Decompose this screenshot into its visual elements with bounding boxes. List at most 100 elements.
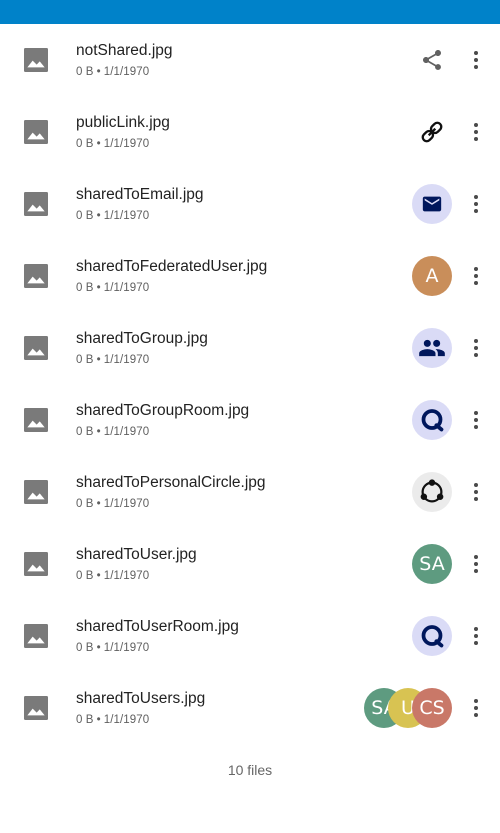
file-size: 0 B (76, 282, 94, 294)
more-options-icon[interactable] (464, 624, 488, 648)
file-meta: 0 B • 1/1/1970 (76, 66, 149, 78)
image-file-icon (20, 188, 52, 220)
file-row[interactable]: publicLink.jpg 0 B • 1/1/1970 (0, 96, 500, 168)
file-name: publicLink.jpg (76, 114, 170, 131)
file-date: 1/1/1970 (103, 282, 150, 294)
group-icon[interactable] (412, 328, 452, 368)
file-size: 0 B (76, 570, 94, 582)
meta-separator: • (96, 426, 101, 438)
share-status: A (362, 256, 452, 296)
more-options-icon[interactable] (464, 120, 488, 144)
share-status: SA (362, 544, 452, 584)
avatar[interactable]: CS (412, 688, 452, 728)
file-name: sharedToFederatedUser.jpg (76, 258, 268, 275)
share-status (362, 400, 452, 440)
image-file-icon (20, 116, 52, 148)
image-file-icon (20, 548, 52, 580)
more-options-icon[interactable] (464, 408, 488, 432)
talk-room-icon[interactable] (412, 616, 452, 656)
meta-separator: • (96, 282, 101, 294)
image-file-icon (20, 476, 52, 508)
file-meta: 0 B • 1/1/1970 (76, 210, 149, 222)
share-status: SA U CS (362, 688, 452, 728)
file-date: 1/1/1970 (103, 210, 150, 222)
share-status (362, 40, 452, 80)
file-meta: 0 B • 1/1/1970 (76, 714, 149, 726)
share-status (362, 112, 452, 152)
image-file-icon (20, 692, 52, 724)
email-icon[interactable] (412, 184, 452, 224)
image-file-icon (20, 44, 52, 76)
file-date: 1/1/1970 (103, 138, 150, 150)
status-bar (0, 0, 500, 24)
link-icon[interactable] (412, 112, 452, 152)
meta-separator: • (96, 354, 101, 366)
more-options-icon[interactable] (464, 480, 488, 504)
file-date: 1/1/1970 (103, 498, 150, 510)
meta-separator: • (96, 642, 101, 654)
meta-separator: • (96, 714, 101, 726)
avatar[interactable]: A (412, 256, 452, 296)
file-date: 1/1/1970 (103, 426, 150, 438)
file-name: sharedToUser.jpg (76, 546, 197, 563)
share-icon[interactable] (412, 40, 452, 80)
file-list: notShared.jpg 0 B • 1/1/1970 publicLink.jpg 0… (0, 24, 500, 744)
file-row[interactable]: sharedToUserRoom.jpg 0 B • 1/1/1970 (0, 600, 500, 672)
file-meta: 0 B • 1/1/1970 (76, 354, 149, 366)
more-options-icon[interactable] (464, 696, 488, 720)
more-options-icon[interactable] (464, 48, 488, 72)
file-size: 0 B (76, 138, 94, 150)
file-name: sharedToUsers.jpg (76, 690, 206, 707)
file-row[interactable]: sharedToUser.jpg 0 B • 1/1/1970 SA (0, 528, 500, 600)
circles-icon[interactable] (412, 472, 452, 512)
share-status (362, 184, 452, 224)
meta-separator: • (96, 138, 101, 150)
file-row[interactable]: sharedToGroupRoom.jpg 0 B • 1/1/1970 (0, 384, 500, 456)
file-size: 0 B (76, 426, 94, 438)
file-name: sharedToPersonalCircle.jpg (76, 474, 266, 491)
file-name: sharedToGroupRoom.jpg (76, 402, 250, 419)
more-options-icon[interactable] (464, 192, 488, 216)
more-options-icon[interactable] (464, 264, 488, 288)
file-date: 1/1/1970 (103, 354, 150, 366)
file-date: 1/1/1970 (103, 66, 150, 78)
file-row[interactable]: sharedToPersonalCircle.jpg 0 B • 1/1/1970 (0, 456, 500, 528)
meta-separator: • (96, 210, 101, 222)
file-size: 0 B (76, 498, 94, 510)
file-meta: 0 B • 1/1/1970 (76, 642, 149, 654)
meta-separator: • (96, 498, 101, 510)
file-date: 1/1/1970 (103, 714, 150, 726)
file-count: 10 files (227, 762, 273, 778)
file-row[interactable]: sharedToEmail.jpg 0 B • 1/1/1970 (0, 168, 500, 240)
file-size: 0 B (76, 66, 94, 78)
file-row[interactable]: sharedToUsers.jpg 0 B • 1/1/1970 SA U CS (0, 672, 500, 744)
file-meta: 0 B • 1/1/1970 (76, 498, 149, 510)
file-size: 0 B (76, 210, 94, 222)
file-meta: 0 B • 1/1/1970 (76, 426, 149, 438)
file-size: 0 B (76, 354, 94, 366)
file-name: sharedToGroup.jpg (76, 330, 208, 347)
file-meta: 0 B • 1/1/1970 (76, 282, 149, 294)
file-meta: 0 B • 1/1/1970 (76, 138, 149, 150)
file-row[interactable]: notShared.jpg 0 B • 1/1/1970 (0, 24, 500, 96)
file-name: sharedToEmail.jpg (76, 186, 204, 203)
file-row[interactable]: sharedToGroup.jpg 0 B • 1/1/1970 (0, 312, 500, 384)
image-file-icon (20, 404, 52, 436)
more-options-icon[interactable] (464, 336, 488, 360)
share-status (362, 328, 452, 368)
avatar[interactable]: SA (412, 544, 452, 584)
meta-separator: • (96, 66, 101, 78)
file-size: 0 B (76, 714, 94, 726)
image-file-icon (20, 260, 52, 292)
file-row[interactable]: sharedToFederatedUser.jpg 0 B • 1/1/1970 A (0, 240, 500, 312)
share-status (362, 616, 452, 656)
image-file-icon (20, 332, 52, 364)
file-size: 0 B (76, 642, 94, 654)
share-status (362, 472, 452, 512)
meta-separator: • (96, 570, 101, 582)
file-date: 1/1/1970 (103, 570, 150, 582)
image-file-icon (20, 620, 52, 652)
file-name: sharedToUserRoom.jpg (76, 618, 239, 635)
talk-room-icon[interactable] (412, 400, 452, 440)
more-options-icon[interactable] (464, 552, 488, 576)
